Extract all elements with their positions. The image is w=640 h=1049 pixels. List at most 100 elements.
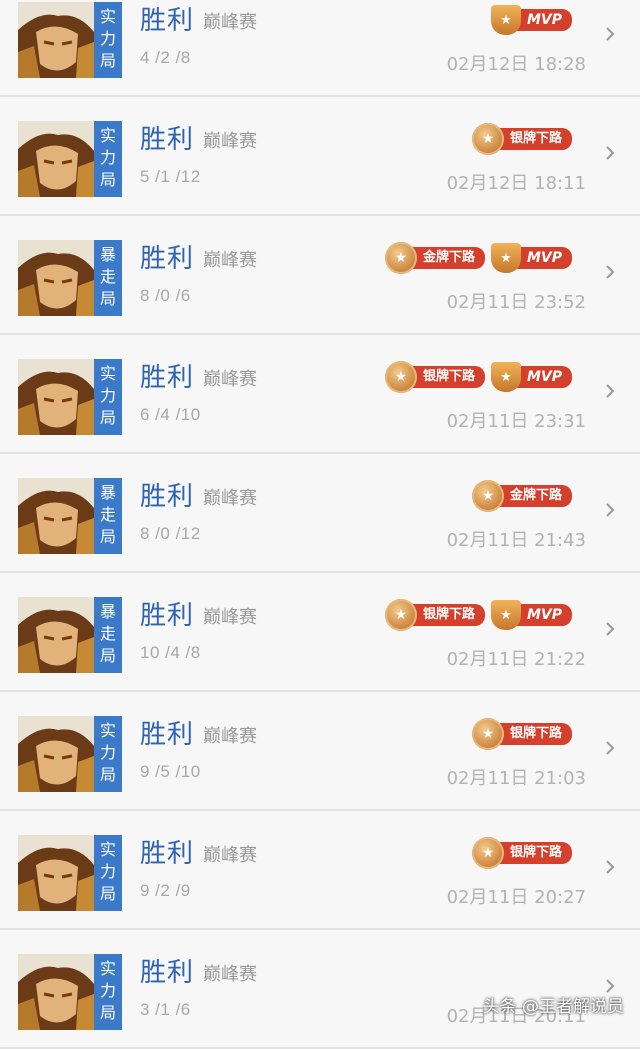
match-time: 02月11日 23:31 (446, 411, 586, 432)
result-label: 胜利 (140, 601, 195, 631)
mode-char-2: 力 (99, 743, 116, 762)
match-row-6[interactable]: 暴 走 局 胜利 巅峰赛 10 /4 /8 ★ 银牌下路 ★ MVP 02月11日 2… (0, 573, 640, 692)
match-row-9[interactable]: 实 力 局 胜利 巅峰赛 3 /1 /6 02月11日 20:11 (0, 930, 640, 1049)
kda-stats: 5 /1 /12 (140, 167, 201, 186)
kda-stats: 3 /1 /6 (140, 1000, 191, 1019)
badge-group: ★ 银牌下路 ★ MVP (384, 359, 572, 395)
mvp-badge: ★ MVP (490, 5, 572, 35)
match-row-7[interactable]: 实 力 局 胜利 巅峰赛 9 /5 /10 ★ 银牌下路 02月11日 21:03 (0, 692, 640, 811)
mode-char-3: 局 (99, 289, 116, 308)
badge-label: 金牌下路 (406, 247, 485, 269)
medal-icon: ★ (384, 361, 417, 393)
badge-label: 银牌下路 (406, 366, 485, 388)
badge-group: ★ 银牌下路 (471, 121, 572, 157)
match-time: 02月11日 21:03 (446, 768, 586, 789)
chevron-right-icon[interactable] (604, 619, 616, 639)
mode-char-3: 局 (99, 51, 116, 70)
mvp-badge: ★ MVP (490, 362, 572, 392)
result-label: 胜利 (140, 482, 195, 512)
kda-stats: 4 /2 /8 (140, 48, 191, 67)
result-label: 胜利 (140, 244, 195, 274)
result-label: 胜利 (140, 6, 195, 36)
medal-icon: ★ (384, 599, 417, 631)
kda-stats: 9 /2 /9 (140, 881, 191, 900)
chevron-right-icon[interactable] (604, 500, 616, 520)
kda-stats: 8 /0 /12 (140, 524, 201, 543)
mode-tag: 实 力 局 (94, 716, 122, 792)
badge-label: 银牌下路 (493, 842, 572, 864)
match-type: 巅峰赛 (203, 845, 257, 866)
medal-badge: ★ 金牌下路 (471, 480, 572, 512)
medal-icon: ★ (471, 123, 504, 155)
medal-badge: ★ 金牌下路 (384, 242, 485, 274)
mode-char-2: 力 (99, 148, 116, 167)
match-type: 巅峰赛 (203, 250, 257, 271)
match-row-3[interactable]: 暴 走 局 胜利 巅峰赛 8 /0 /6 ★ 金牌下路 ★ MVP 02月11日 23… (0, 216, 640, 335)
mode-char-2: 力 (99, 981, 116, 1000)
chevron-right-icon[interactable] (604, 857, 616, 877)
medal-icon: ★ (471, 718, 504, 750)
mvp-badge: ★ MVP (490, 243, 572, 273)
mode-char-1: 暴 (99, 602, 116, 621)
match-time: 02月11日 20:27 (446, 887, 586, 908)
badge-group: ★ 银牌下路 (471, 716, 572, 752)
mode-char-1: 实 (99, 364, 116, 383)
medal-badge: ★ 银牌下路 (471, 837, 572, 869)
mode-char-2: 走 (99, 267, 116, 286)
mode-char-2: 力 (99, 386, 116, 405)
match-type: 巅峰赛 (203, 12, 257, 33)
mode-tag: 实 力 局 (94, 359, 122, 435)
medal-badge: ★ 银牌下路 (384, 361, 485, 393)
mode-char-1: 实 (99, 721, 116, 740)
mode-char-1: 实 (99, 959, 116, 978)
kda-stats: 6 /4 /10 (140, 405, 201, 424)
chevron-right-icon[interactable] (604, 381, 616, 401)
badge-group: ★ 银牌下路 ★ MVP (384, 597, 572, 633)
watermark: 头条 @王者解说员 (482, 997, 624, 1017)
badge-label: 银牌下路 (493, 723, 572, 745)
result-label: 胜利 (140, 720, 195, 750)
mode-char-2: 走 (99, 624, 116, 643)
medal-badge: ★ 银牌下路 (384, 599, 485, 631)
match-type: 巅峰赛 (203, 488, 257, 509)
mode-tag: 实 力 局 (94, 835, 122, 911)
match-row-8[interactable]: 实 力 局 胜利 巅峰赛 9 /2 /9 ★ 银牌下路 02月11日 20:27 (0, 811, 640, 930)
kda-stats: 9 /5 /10 (140, 762, 201, 781)
trophy-icon: ★ (490, 600, 521, 630)
mode-tag: 实 力 局 (94, 954, 122, 1030)
badge-group: ★ 金牌下路 (471, 478, 572, 514)
match-time: 02月11日 23:52 (446, 292, 586, 313)
hero-avatar (18, 835, 94, 911)
mode-char-1: 暴 (99, 245, 116, 264)
match-row-1[interactable]: 实 力 局 胜利 巅峰赛 4 /2 /8 ★ MVP 02月12日 18:28 (0, 0, 640, 97)
match-type: 巅峰赛 (203, 369, 257, 390)
mode-char-3: 局 (99, 884, 116, 903)
mode-char-1: 实 (99, 840, 116, 859)
mode-tag: 暴 走 局 (94, 478, 122, 554)
match-time: 02月11日 21:43 (446, 530, 586, 551)
match-row-2[interactable]: 实 力 局 胜利 巅峰赛 5 /1 /12 ★ 银牌下路 02月12日 18:11 (0, 97, 640, 216)
hero-avatar (18, 954, 94, 1030)
medal-icon: ★ (471, 837, 504, 869)
medal-badge: ★ 银牌下路 (471, 718, 572, 750)
result-label: 胜利 (140, 958, 195, 988)
match-history-list: 实 力 局 胜利 巅峰赛 4 /2 /8 ★ MVP 02月12日 18:28 实… (0, 0, 640, 1049)
badge-group: ★ 银牌下路 (471, 835, 572, 871)
trophy-icon: ★ (490, 362, 521, 392)
result-label: 胜利 (140, 125, 195, 155)
match-row-4[interactable]: 实 力 局 胜利 巅峰赛 6 /4 /10 ★ 银牌下路 ★ MVP 02月11日 2… (0, 335, 640, 454)
medal-icon: ★ (471, 480, 504, 512)
chevron-right-icon[interactable] (604, 738, 616, 758)
match-type: 巅峰赛 (203, 964, 257, 985)
badge-group: ★ 金牌下路 ★ MVP (384, 240, 572, 276)
mode-char-2: 力 (99, 29, 116, 48)
chevron-right-icon[interactable] (604, 143, 616, 163)
match-type: 巅峰赛 (203, 131, 257, 152)
mode-char-3: 局 (99, 646, 116, 665)
match-row-5[interactable]: 暴 走 局 胜利 巅峰赛 8 /0 /12 ★ 金牌下路 02月11日 21:43 (0, 454, 640, 573)
match-type: 巅峰赛 (203, 726, 257, 747)
hero-avatar (18, 121, 94, 197)
chevron-right-icon[interactable] (604, 262, 616, 282)
chevron-right-icon[interactable] (604, 24, 616, 44)
hero-avatar (18, 597, 94, 673)
